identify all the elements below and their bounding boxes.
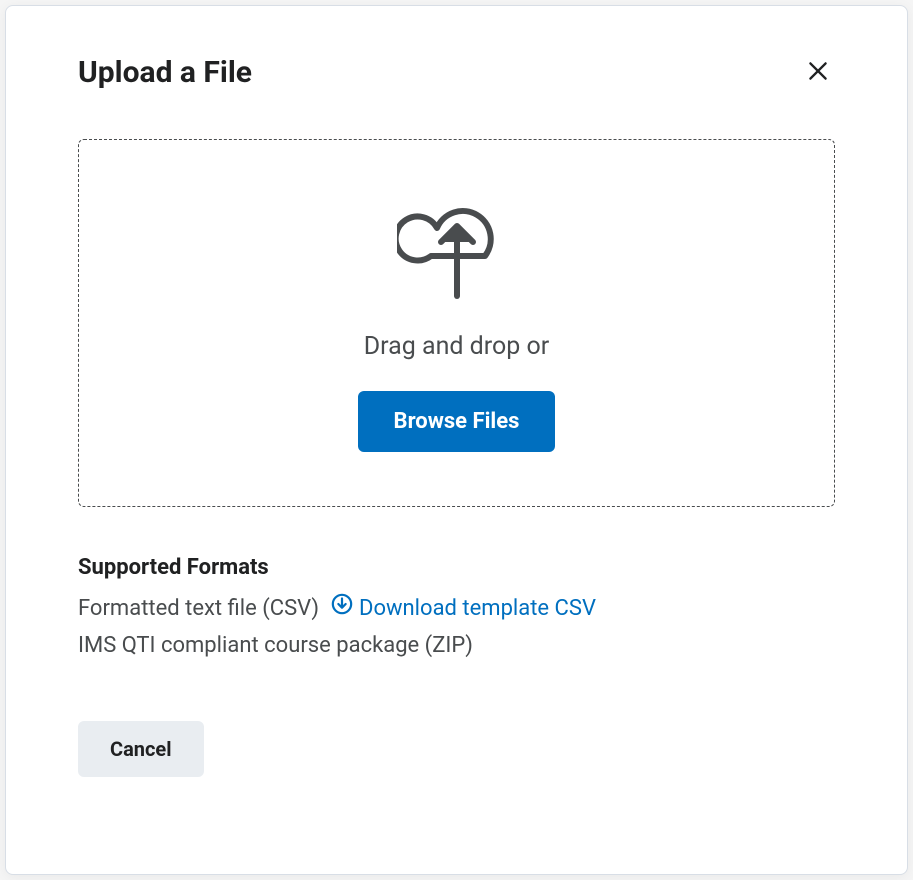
download-icon — [331, 590, 353, 627]
upload-file-modal: Upload a File Drag and drop or Browse Fi… — [5, 5, 908, 875]
modal-header: Upload a File — [78, 54, 835, 91]
format-csv-label: Formatted text file (CSV) — [78, 590, 319, 627]
file-dropzone[interactable]: Drag and drop or Browse Files — [78, 139, 835, 507]
format-zip-row: IMS QTI compliant course package (ZIP) — [78, 627, 835, 664]
download-template-label: Download template CSV — [359, 590, 596, 627]
supported-formats-section: Supported Formats Formatted text file (C… — [78, 555, 835, 665]
cloud-upload-icon — [397, 184, 517, 308]
format-csv-row: Formatted text file (CSV) Download templ… — [78, 590, 835, 627]
browse-files-button[interactable]: Browse Files — [358, 391, 556, 452]
download-template-link[interactable]: Download template CSV — [331, 590, 596, 627]
modal-title: Upload a File — [78, 55, 252, 90]
close-button[interactable] — [801, 54, 835, 91]
supported-formats-heading: Supported Formats — [78, 555, 835, 580]
cancel-button[interactable]: Cancel — [78, 721, 204, 777]
dropzone-prompt: Drag and drop or — [364, 332, 550, 361]
format-zip-label: IMS QTI compliant course package (ZIP) — [78, 627, 473, 664]
close-icon — [805, 58, 831, 87]
